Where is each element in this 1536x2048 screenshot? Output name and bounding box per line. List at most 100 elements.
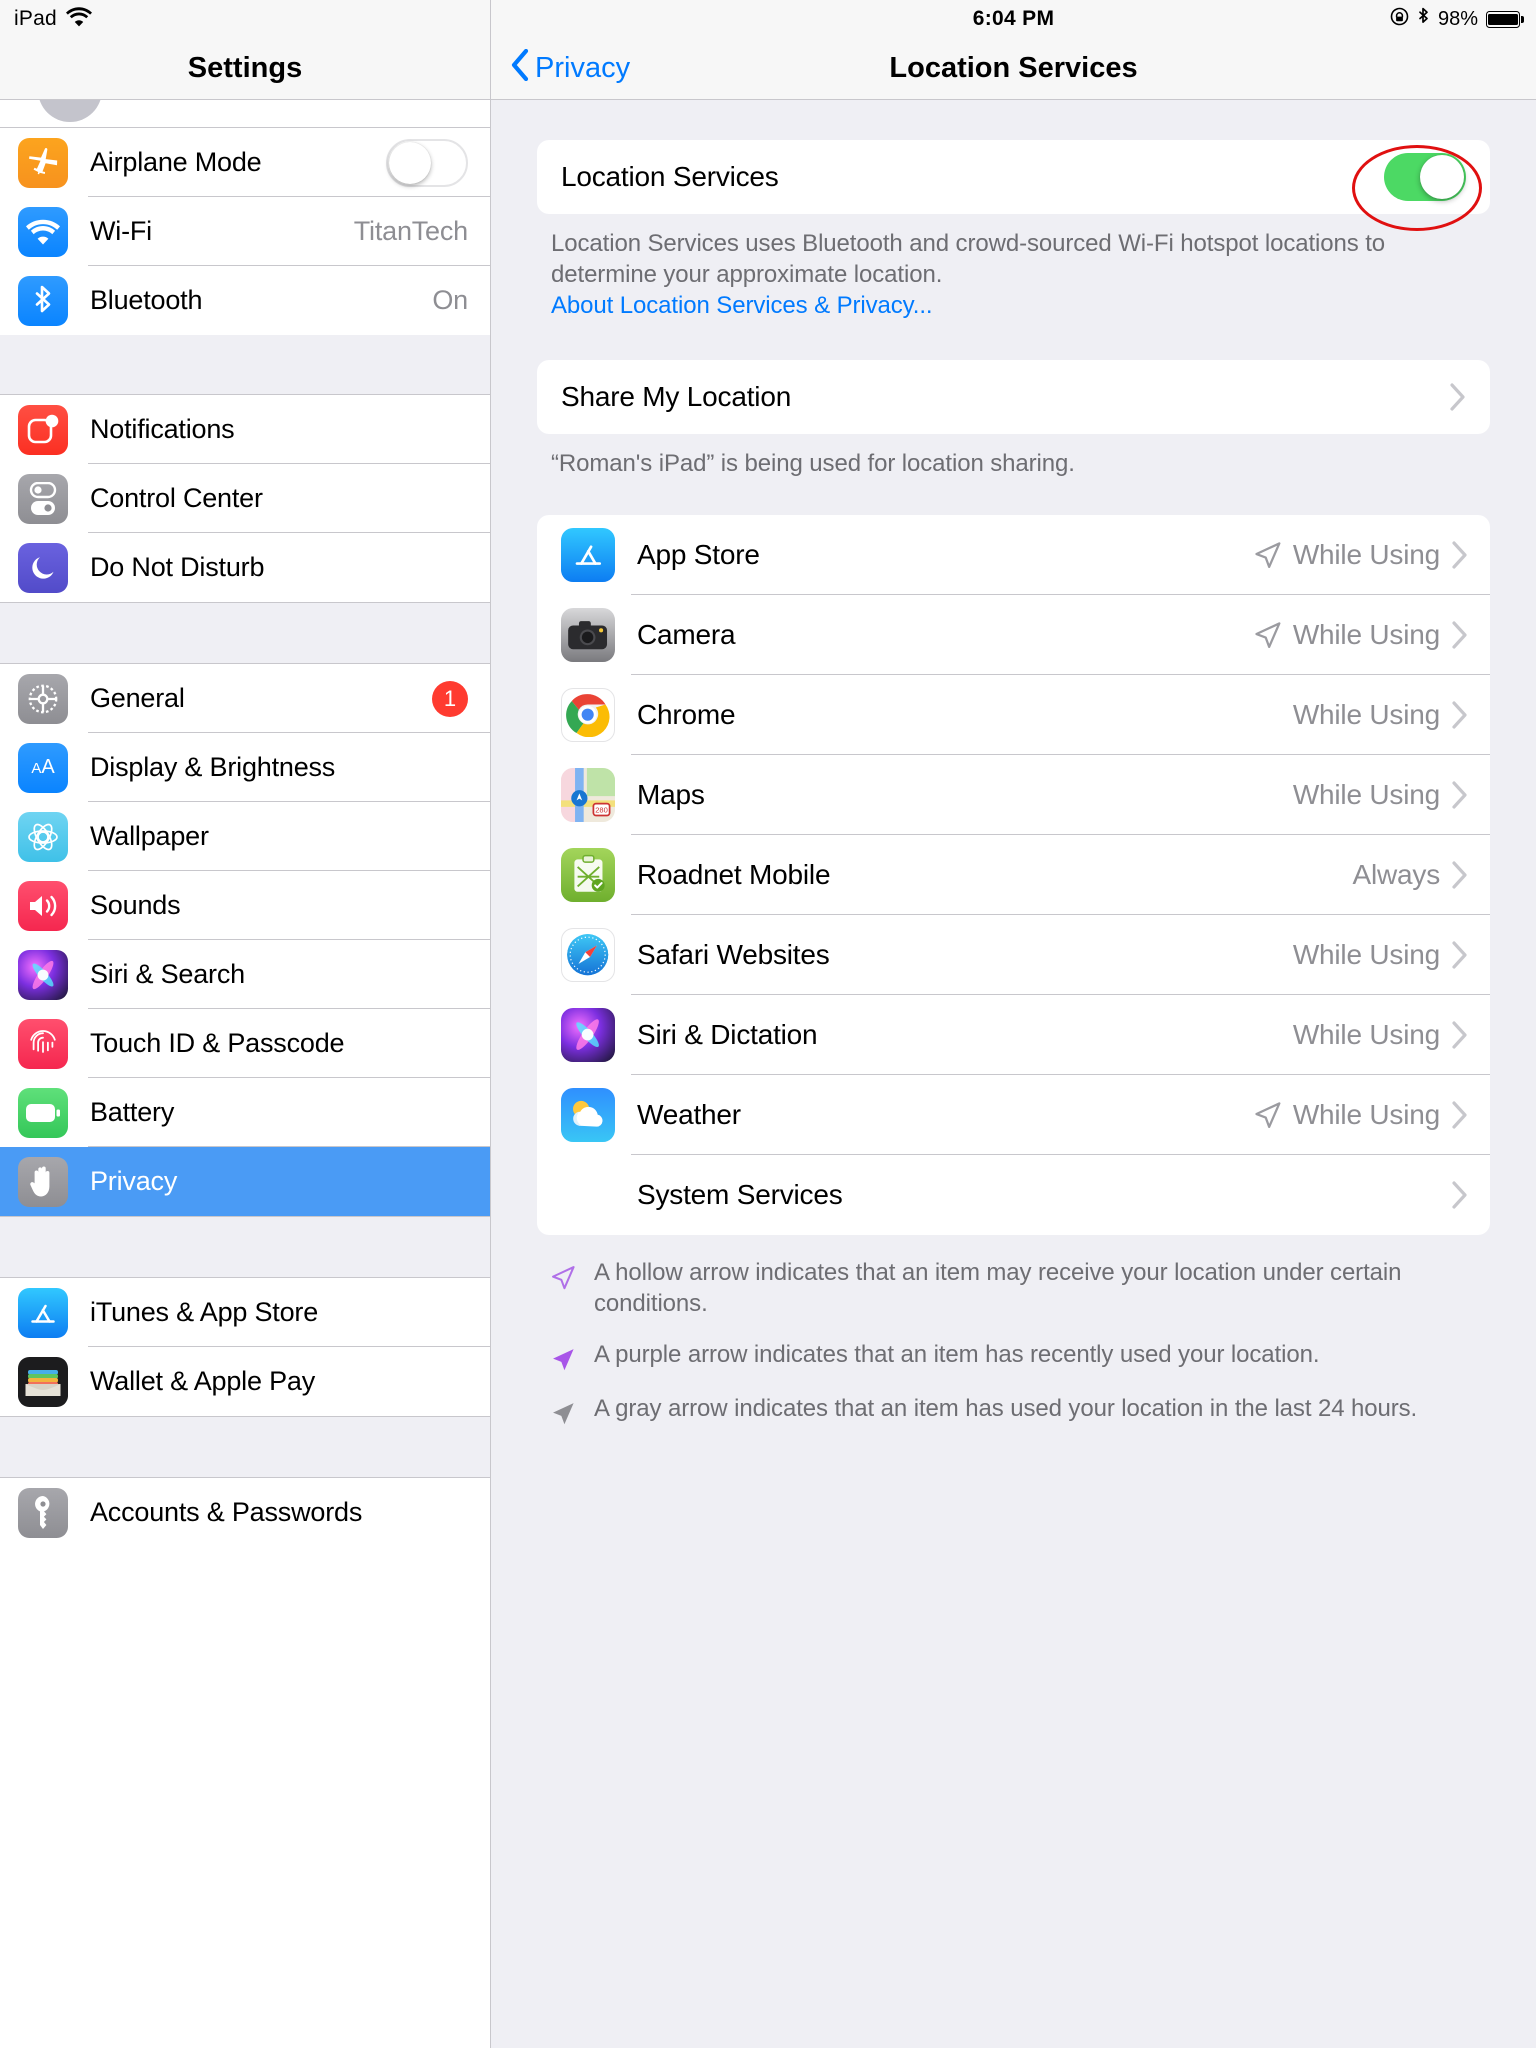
chevron-right-icon <box>1451 861 1468 889</box>
location-services-detail: 6:04 PM 98% Privacy Location Services Lo… <box>491 0 1536 2048</box>
legend-arrow <box>549 1339 576 1373</box>
sidebar-item-wallet-apple-pay[interactable]: Wallet & Apple Pay <box>0 1347 490 1416</box>
sidebar-item-bluetooth[interactable]: Bluetooth On <box>0 266 490 335</box>
app-permission-value: While Using <box>1292 778 1440 810</box>
app-permission-value: While Using <box>1292 1098 1440 1130</box>
gear-icon <box>18 673 68 724</box>
app-permission-row[interactable]: System Services <box>537 1155 1490 1235</box>
clock: 6:04 PM <box>972 7 1055 30</box>
touch-id-icon <box>18 1018 68 1069</box>
share-my-location-card: Share My Location <box>537 359 1490 434</box>
app-permission-value: Always <box>1352 858 1441 890</box>
app-permission-row[interactable]: Safari Websites While Using <box>537 915 1490 995</box>
share-my-location-row[interactable]: Share My Location <box>537 360 1490 434</box>
svg-text:280: 280 <box>595 805 608 814</box>
app-name: Maps <box>637 778 705 810</box>
status-badge: 1 <box>432 680 468 717</box>
sidebar-item-control-center[interactable]: Control Center <box>0 464 490 533</box>
settings-sidebar: iPad Settings Airplane Mode Wi-Fi TitanTec… <box>0 0 491 2048</box>
app-permission-value: While Using <box>1292 538 1440 570</box>
sidebar-item-accounts-passwords[interactable]: Accounts & Passwords <box>0 1478 490 1547</box>
battery-icon <box>18 1087 68 1138</box>
control-center-icon <box>18 473 68 524</box>
about-location-services-link[interactable]: About Location Services & Privacy... <box>551 292 933 319</box>
device-name: iPad <box>14 7 57 30</box>
sidebar-item-do-not-disturb[interactable]: Do Not Disturb <box>0 533 490 602</box>
display-brightness-icon: AA <box>18 742 68 793</box>
app-permission-status: While Using <box>1252 1099 1468 1131</box>
app-permission-row[interactable]: Chrome While Using <box>537 675 1490 755</box>
legend-arrow <box>549 1393 576 1427</box>
sidebar-item-value: On <box>432 285 468 315</box>
app-permission-status: While Using <box>1252 539 1468 571</box>
sidebar-group: Accounts & Passwords <box>0 1478 490 1547</box>
sidebar-item-label: General <box>90 683 185 713</box>
app-permission-row[interactable]: Roadnet Mobile Always <box>537 835 1490 915</box>
chevron-right-icon <box>1451 701 1468 729</box>
status-indicators: 98% <box>1390 7 1524 32</box>
sidebar-item-wi-fi[interactable]: Wi-Fi TitanTech <box>0 197 490 266</box>
sidebar-group-divider <box>0 335 490 395</box>
sidebar-item-battery[interactable]: Battery <box>0 1078 490 1147</box>
app-permission-row[interactable]: Siri & Dictation While Using <box>537 995 1490 1075</box>
sidebar-item-label: Airplane Mode <box>90 147 262 177</box>
sidebar-item-privacy[interactable]: Privacy <box>0 1147 490 1216</box>
sidebar-group: General 1 AA Display & Brightness Wallpaper S… <box>0 664 490 1216</box>
bluetooth-icon <box>18 275 68 326</box>
chevron-right-icon <box>1451 1021 1468 1049</box>
page-title: Settings <box>187 52 303 84</box>
sidebar-item-label: Touch ID & Passcode <box>90 1028 345 1058</box>
sidebar-item-general[interactable]: General 1 <box>0 664 490 733</box>
share-my-location-label: Share My Location <box>561 380 792 412</box>
app-name: App Store <box>637 538 760 570</box>
rotation-lock-icon <box>1390 7 1409 31</box>
hollow-location-arrow-icon <box>1252 540 1282 570</box>
app-permission-status: While Using <box>1293 1019 1468 1051</box>
sidebar-item-wallpaper[interactable]: Wallpaper <box>0 802 490 871</box>
sidebar-item-label: Control Center <box>90 483 263 513</box>
sidebar-item-sounds[interactable]: Sounds <box>0 871 490 940</box>
app-name: Camera <box>637 618 736 650</box>
app-permission-row[interactable]: Camera While Using <box>537 595 1490 675</box>
sidebar-item-itunes-app-store[interactable]: iTunes & App Store <box>0 1278 490 1347</box>
app-permission-row[interactable]: App Store While Using <box>537 515 1490 595</box>
sidebar-item-label: Accounts & Passwords <box>90 1497 363 1527</box>
app-permission-row[interactable]: Weather While Using <box>537 1075 1490 1155</box>
sounds-icon <box>18 880 68 931</box>
app-permission-row[interactable]: 280 Maps While Using <box>537 755 1490 835</box>
sidebar-item-label: Wi-Fi <box>90 216 152 246</box>
ipad-settings-screen: iPad Settings Airplane Mode Wi-Fi TitanTec… <box>0 0 1536 2048</box>
sidebar-item-display-brightness[interactable]: AA Display & Brightness <box>0 733 490 802</box>
do-not-disturb-icon <box>18 542 68 593</box>
solid-location-arrow-icon <box>549 1400 576 1427</box>
camera-icon <box>561 607 615 662</box>
left-status-bar: iPad <box>0 0 490 38</box>
sidebar-scroll[interactable]: Airplane Mode Wi-Fi TitanTech Bluetooth On No… <box>0 100 490 2048</box>
sidebar-group-divider <box>0 1416 490 1478</box>
arrow-legend: A hollow arrow indicates that an item ma… <box>549 1257 1490 1427</box>
chevron-right-icon <box>1451 1101 1468 1129</box>
sidebar-navbar: Settings <box>0 38 490 100</box>
privacy-hand-icon <box>18 1156 68 1207</box>
siri-icon <box>18 949 68 1000</box>
sidebar-item-touch-id-passcode[interactable]: Touch ID & Passcode <box>0 1009 490 1078</box>
location-services-label: Location Services <box>561 161 779 192</box>
location-services-card: Location Services <box>537 140 1490 231</box>
sidebar-item-label: iTunes & App Store <box>90 1297 319 1327</box>
sidebar-item-airplane-mode[interactable]: Airplane Mode <box>0 128 490 197</box>
siri-icon <box>561 1007 615 1062</box>
app-permission-status: While Using <box>1293 939 1468 971</box>
sidebar-group: Notifications Control Center Do Not Distur… <box>0 395 490 602</box>
sidebar-item-notifications[interactable]: Notifications <box>0 395 490 464</box>
location-services-row[interactable]: Location Services <box>537 140 1490 214</box>
airplane-mode-toggle[interactable] <box>386 138 468 187</box>
apple-id-row-partial[interactable] <box>0 100 490 128</box>
chevron-right-icon <box>1451 781 1468 809</box>
location-services-toggle[interactable] <box>1384 153 1466 201</box>
detail-navbar: Privacy Location Services <box>491 38 1536 100</box>
sidebar-item-label: Battery <box>90 1097 175 1127</box>
app-name: Safari Websites <box>637 938 830 970</box>
legend-item: A hollow arrow indicates that an item ma… <box>549 1257 1490 1319</box>
weather-icon <box>561 1087 615 1142</box>
sidebar-item-siri-search[interactable]: Siri & Search <box>0 940 490 1009</box>
